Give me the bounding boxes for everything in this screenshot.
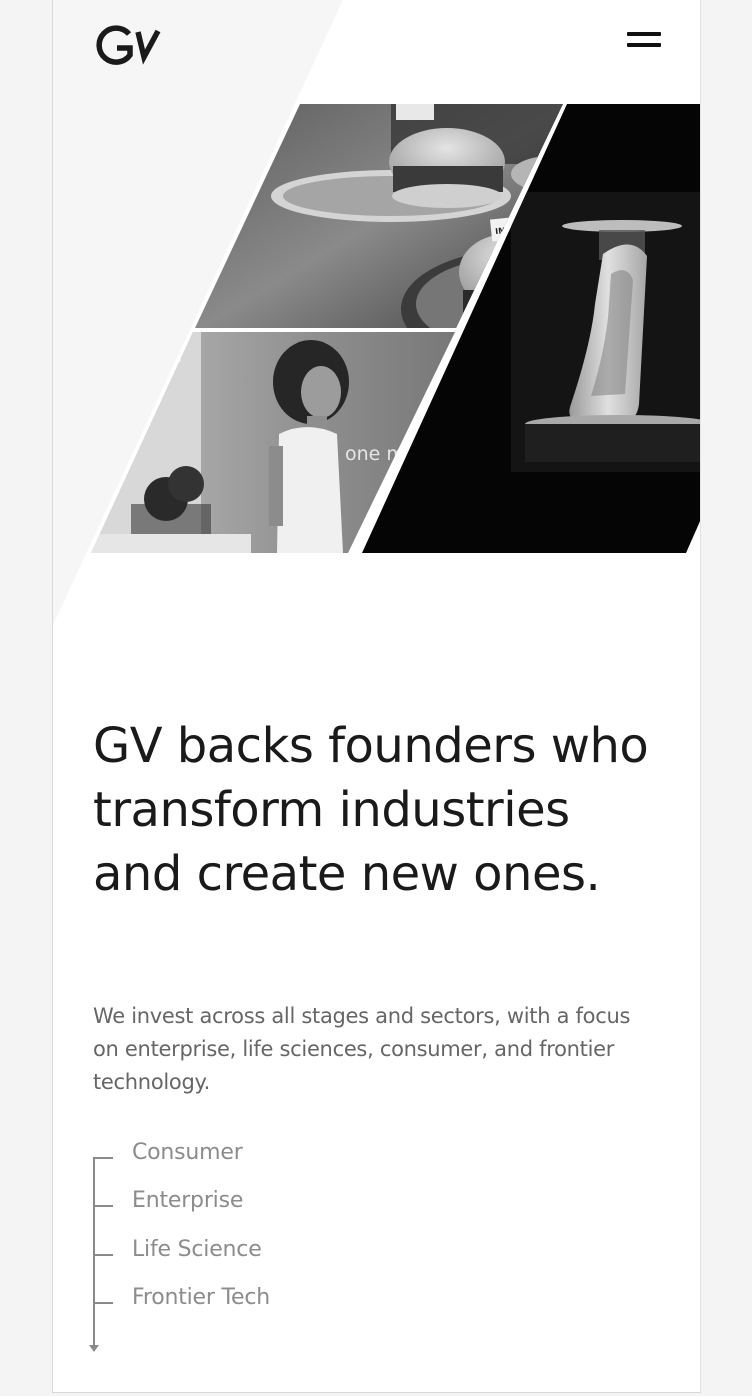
sector-item-consumer[interactable]: Consumer	[93, 1137, 373, 1171]
gv-logo-icon	[96, 25, 161, 65]
sector-item-frontier-tech[interactable]: Frontier Tech	[93, 1282, 373, 1316]
hero-collage: IMPOSSIBLE one m	[91, 104, 700, 553]
page-subhead: We invest across all stages and sectors,…	[93, 1004, 631, 1094]
sector-item-label: Life Science	[132, 1237, 262, 1262]
sector-item-label: Enterprise	[132, 1188, 244, 1213]
gv-logo[interactable]: GV	[93, 25, 165, 69]
sector-list: Consumer Enterprise Life Science Frontie…	[89, 1137, 393, 1357]
sector-tick	[93, 1254, 113, 1256]
page-headline: GV backs founders who transform industri…	[93, 718, 649, 902]
sector-item-life-science[interactable]: Life Science	[93, 1234, 373, 1268]
down-arrow-icon	[89, 1345, 99, 1352]
sector-tick	[93, 1302, 113, 1304]
sector-tick	[93, 1157, 113, 1159]
wall-sign-text: one m	[345, 443, 405, 465]
sector-item-enterprise[interactable]: Enterprise	[93, 1185, 373, 1219]
sector-item-label: Consumer	[132, 1140, 243, 1165]
page-frame: GV	[52, 0, 701, 1393]
sector-tick	[93, 1205, 113, 1207]
menu-button[interactable]	[625, 32, 663, 50]
sector-item-label: Frontier Tech	[132, 1285, 271, 1310]
